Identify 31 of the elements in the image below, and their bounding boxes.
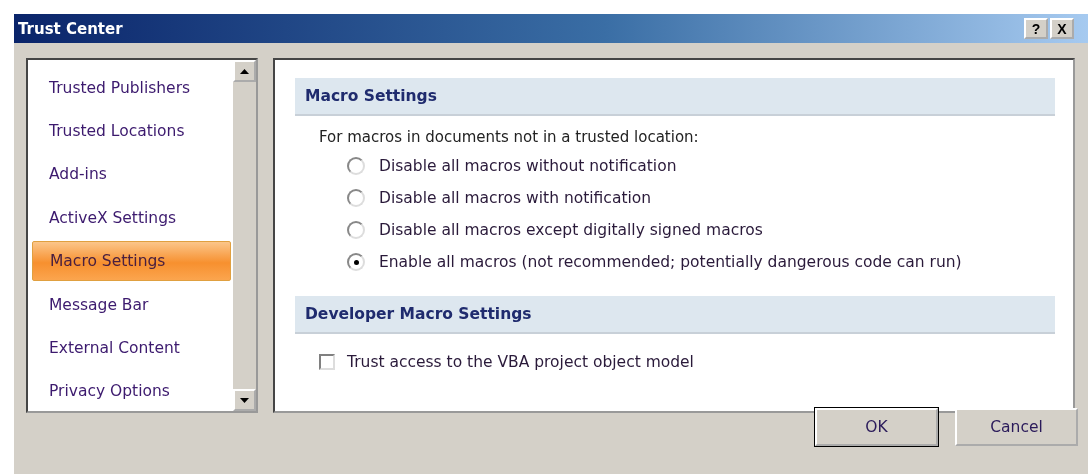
radio-label[interactable]: Disable all macros with notification xyxy=(379,189,652,207)
section-heading: Macro Settings xyxy=(295,78,1055,116)
ok-button[interactable]: OK xyxy=(815,408,938,446)
sidebar-item[interactable]: ActiveX Settings xyxy=(32,198,231,238)
radio-label[interactable]: Enable all macros (not recommended; potentially dangerous code can run) xyxy=(379,253,962,271)
down-arrow-icon xyxy=(240,397,249,403)
section-heading: Developer Macro Settings xyxy=(295,296,1055,334)
sidebar-item[interactable]: Trusted Locations xyxy=(32,111,231,151)
intro-text: For macros in documents not in a trusted location: xyxy=(319,128,700,148)
scroll-up-button[interactable] xyxy=(233,60,256,82)
sidebar-item[interactable]: Add-ins xyxy=(32,154,231,195)
sidebar-item[interactable]: Message Bar xyxy=(32,284,231,325)
help-button[interactable]: ? xyxy=(1024,18,1048,39)
scrollbar[interactable] xyxy=(233,60,256,411)
sidebar-item[interactable]: Trusted Publishers xyxy=(32,68,231,108)
radio-label[interactable]: Disable all macros without notification xyxy=(379,157,677,175)
checkbox-label[interactable]: Trust access to the VBA project object model xyxy=(347,353,694,371)
window-title: Trust Center xyxy=(18,19,123,38)
up-arrow-icon xyxy=(240,68,249,74)
sidebar-item[interactable]: Privacy Options xyxy=(32,371,231,411)
radio-button[interactable] xyxy=(347,189,365,207)
close-button[interactable]: X xyxy=(1050,18,1074,39)
scroll-down-button[interactable] xyxy=(233,389,256,411)
cancel-button[interactable]: Cancel xyxy=(955,408,1078,446)
radio-button[interactable] xyxy=(347,253,365,271)
sidebar-item[interactable]: External Content xyxy=(32,328,231,368)
checkbox[interactable] xyxy=(319,354,335,370)
sidebar-item[interactable]: Macro Settings xyxy=(32,241,231,281)
radio-button[interactable] xyxy=(347,157,365,175)
radio-label[interactable]: Disable all macros except digitally signed macros xyxy=(379,221,763,239)
radio-button[interactable] xyxy=(347,221,365,239)
